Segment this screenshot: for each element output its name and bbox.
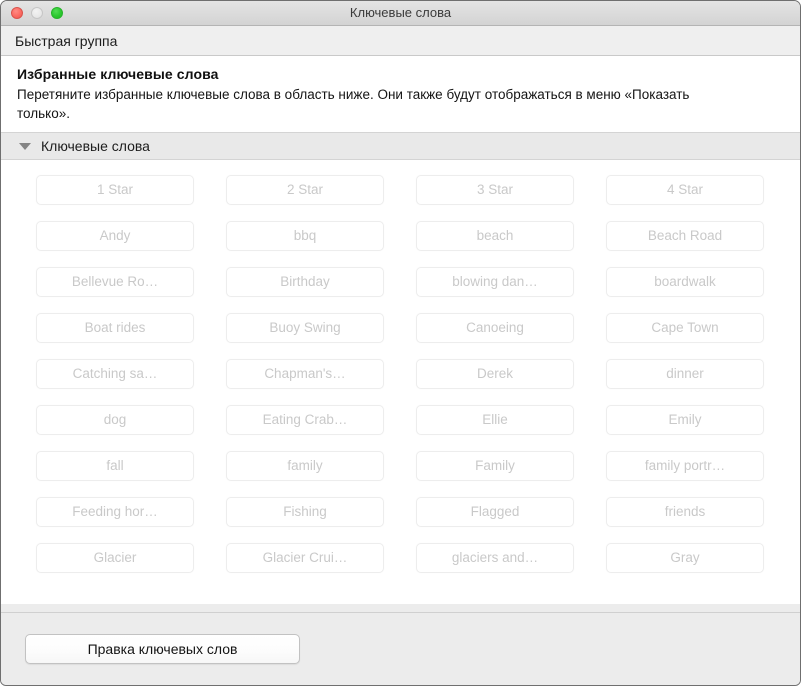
keyword-button[interactable]: Glacier Crui…: [226, 543, 384, 573]
window-title: Ключевые слова: [349, 5, 452, 20]
intro-panel: Избранные ключевые слова Перетяните избр…: [1, 56, 800, 132]
keywords-window: Ключевые слова Быстрая группа Избранные …: [0, 0, 801, 686]
keyword-button[interactable]: Birthday: [226, 267, 384, 297]
keyword-button[interactable]: Emily: [606, 405, 764, 435]
keyword-button[interactable]: Ellie: [416, 405, 574, 435]
zoom-button[interactable]: [51, 7, 63, 19]
keyword-button[interactable]: Beach Road: [606, 221, 764, 251]
window-titlebar[interactable]: Ключевые слова: [1, 1, 800, 26]
keyword-button[interactable]: bbq: [226, 221, 384, 251]
keyword-button[interactable]: Glacier: [36, 543, 194, 573]
keyword-button[interactable]: family: [226, 451, 384, 481]
keywords-scroll-area[interactable]: 1 Star 2 Star 3 Star 4 Star Andy bbq beach Beac…: [1, 160, 800, 604]
toolbar: Быстрая группа: [1, 26, 800, 56]
keyword-button[interactable]: 4 Star: [606, 175, 764, 205]
quick-group-label[interactable]: Быстрая группа: [15, 33, 117, 49]
close-button[interactable]: [11, 7, 23, 19]
keyword-button[interactable]: Fishing: [226, 497, 384, 527]
keyword-button[interactable]: 3 Star: [416, 175, 574, 205]
keyword-button[interactable]: Feeding hor…: [36, 497, 194, 527]
keyword-button[interactable]: Gray: [606, 543, 764, 573]
keyword-button[interactable]: boardwalk: [606, 267, 764, 297]
keyword-button[interactable]: 2 Star: [226, 175, 384, 205]
keywords-section-title: Ключевые слова: [41, 138, 150, 154]
keyword-button[interactable]: dog: [36, 405, 194, 435]
keyword-button[interactable]: dinner: [606, 359, 764, 389]
keyword-button[interactable]: Catching sa…: [36, 359, 194, 389]
keyword-button[interactable]: beach: [416, 221, 574, 251]
keyword-button[interactable]: friends: [606, 497, 764, 527]
keyword-button[interactable]: Bellevue Ro…: [36, 267, 194, 297]
keyword-button[interactable]: Derek: [416, 359, 574, 389]
keyword-button[interactable]: Boat rides: [36, 313, 194, 343]
edit-keywords-button[interactable]: Правка ключевых слов: [25, 634, 300, 664]
keyword-button[interactable]: fall: [36, 451, 194, 481]
minimize-button[interactable]: [31, 7, 43, 19]
keyword-button[interactable]: Family: [416, 451, 574, 481]
intro-body-text: Перетяните избранные ключевые слова в об…: [17, 87, 690, 121]
keyword-button[interactable]: Chapman's…: [226, 359, 384, 389]
keyword-button[interactable]: Flagged: [416, 497, 574, 527]
window-controls: [11, 7, 63, 19]
keyword-button[interactable]: family portr…: [606, 451, 764, 481]
keyword-button[interactable]: 1 Star: [36, 175, 194, 205]
keyword-button[interactable]: Buoy Swing: [226, 313, 384, 343]
keywords-grid: 1 Star 2 Star 3 Star 4 Star Andy bbq beach Beac…: [1, 175, 800, 573]
keyword-button[interactable]: blowing dan…: [416, 267, 574, 297]
keyword-button[interactable]: Eating Crab…: [226, 405, 384, 435]
keyword-button[interactable]: glaciers and…: [416, 543, 574, 573]
keyword-button[interactable]: Canoeing: [416, 313, 574, 343]
footer-bar: Правка ключевых слов: [1, 612, 800, 685]
keyword-button[interactable]: Cape Town: [606, 313, 764, 343]
keyword-button[interactable]: Andy: [36, 221, 194, 251]
intro-heading: Избранные ключевые слова: [17, 66, 219, 82]
triangle-down-icon[interactable]: [19, 142, 31, 150]
keywords-section-header[interactable]: Ключевые слова: [1, 132, 800, 160]
